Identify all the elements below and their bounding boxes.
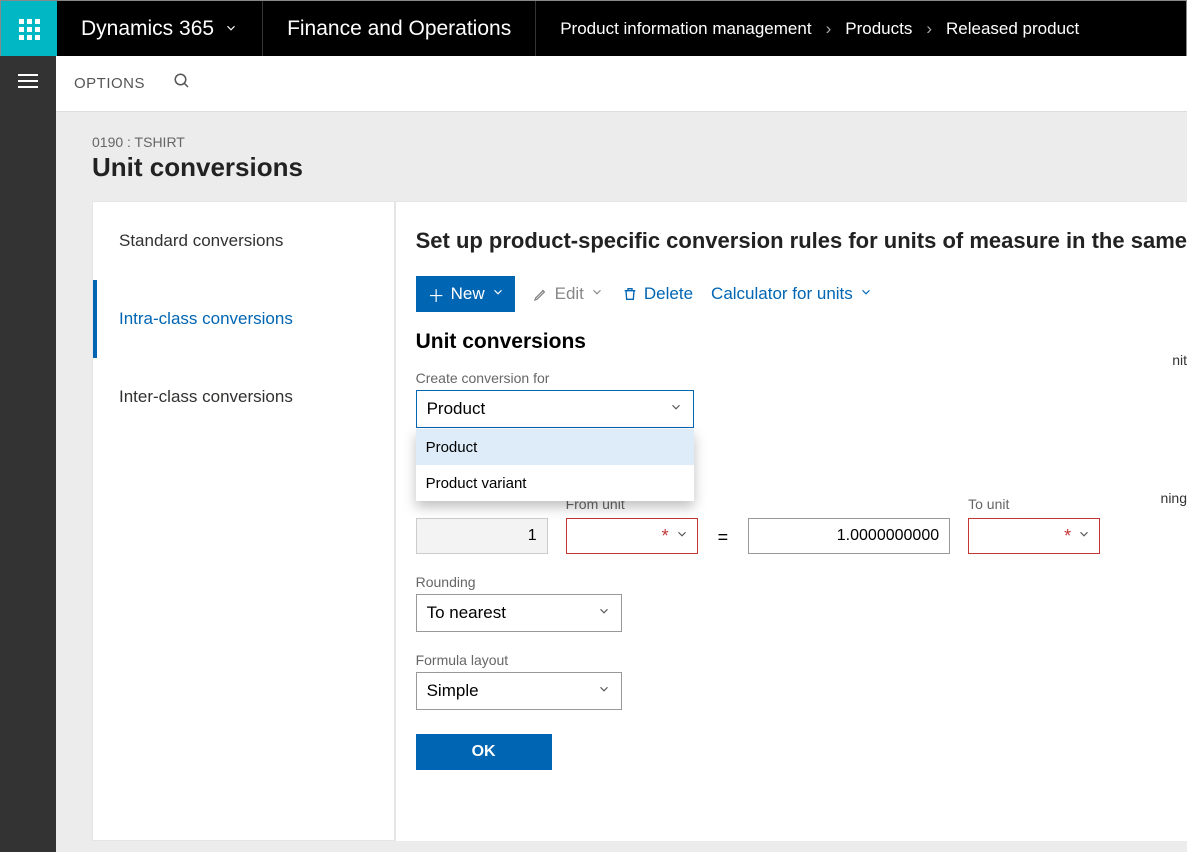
search-icon[interactable] bbox=[173, 72, 191, 95]
app-launcher-button[interactable] bbox=[1, 1, 57, 57]
top-bar: Dynamics 365 Finance and Operations Prod… bbox=[1, 1, 1186, 57]
chevron-down-icon bbox=[590, 284, 604, 304]
required-icon: * bbox=[662, 527, 669, 545]
pane-toolbar: ＋ New Edit Delete Calculator for units bbox=[416, 276, 1187, 312]
factor-left-input[interactable]: 1 bbox=[416, 518, 548, 554]
dropdown-option-product[interactable]: Product bbox=[416, 429, 694, 465]
new-button[interactable]: ＋ New bbox=[416, 276, 515, 312]
from-unit-select[interactable]: * bbox=[566, 518, 698, 554]
action-strip: OPTIONS bbox=[56, 56, 1187, 112]
chevron-down-icon bbox=[224, 17, 238, 41]
record-id: 0190 : TSHIRT bbox=[92, 134, 1187, 150]
to-unit-label: To unit bbox=[968, 496, 1100, 512]
chevron-down-icon bbox=[1077, 527, 1091, 546]
new-conversion-flyout: Unit conversions Create conversion for P… bbox=[416, 318, 1106, 796]
calculator-button[interactable]: Calculator for units bbox=[711, 284, 873, 304]
rounding-select[interactable]: To nearest bbox=[416, 594, 622, 632]
formula-layout-select[interactable]: Simple bbox=[416, 672, 622, 710]
tab-standard-conversions[interactable]: Standard conversions bbox=[93, 202, 394, 280]
page-body: 0190 : TSHIRT Unit conversions Standard … bbox=[56, 112, 1187, 852]
chevron-right-icon: › bbox=[926, 19, 932, 39]
formula-layout-label: Formula layout bbox=[416, 652, 1106, 668]
side-tabs: Standard conversions Intra-class convers… bbox=[92, 201, 395, 841]
tab-intra-class-conversions[interactable]: Intra-class conversions bbox=[93, 280, 394, 358]
breadcrumb-item[interactable]: Products bbox=[845, 19, 912, 39]
chevron-down-icon bbox=[597, 603, 611, 623]
chevron-right-icon: › bbox=[826, 19, 832, 39]
module-label: Finance and Operations bbox=[263, 1, 536, 57]
plus-icon: ＋ bbox=[428, 282, 445, 307]
brand-switcher[interactable]: Dynamics 365 bbox=[57, 1, 263, 57]
dropdown-option-product-variant[interactable]: Product variant bbox=[416, 465, 694, 501]
breadcrumb: Product information management › Product… bbox=[536, 1, 1103, 57]
hamburger-icon[interactable] bbox=[18, 74, 38, 88]
trash-icon bbox=[622, 286, 638, 302]
waffle-icon bbox=[19, 19, 40, 40]
breadcrumb-item[interactable]: Released product bbox=[946, 19, 1079, 39]
pencil-icon bbox=[533, 286, 549, 302]
conversion-row: . 1 From unit * = . 1.0000000000 bbox=[416, 496, 1106, 554]
create-for-label: Create conversion for bbox=[416, 370, 1106, 386]
required-icon: * bbox=[1064, 527, 1071, 545]
pane-header: Set up product-specific conversion rules… bbox=[416, 228, 1187, 254]
rounding-label: Rounding bbox=[416, 574, 1106, 590]
create-for-select[interactable]: Product Product Product variant bbox=[416, 390, 694, 428]
content-pane: Set up product-specific conversion rules… bbox=[395, 201, 1187, 841]
to-unit-select[interactable]: * bbox=[968, 518, 1100, 554]
chevron-down-icon bbox=[597, 681, 611, 701]
left-nav-rail bbox=[0, 56, 56, 852]
page-title: Unit conversions bbox=[92, 152, 1187, 183]
equals-sign: = bbox=[716, 527, 731, 554]
brand-label: Dynamics 365 bbox=[81, 17, 214, 41]
delete-button[interactable]: Delete bbox=[622, 284, 693, 304]
options-button[interactable]: OPTIONS bbox=[74, 75, 145, 92]
breadcrumb-item[interactable]: Product information management bbox=[560, 19, 811, 39]
chevron-down-icon bbox=[859, 284, 873, 304]
flyout-title: Unit conversions bbox=[416, 330, 1106, 354]
tab-inter-class-conversions[interactable]: Inter-class conversions bbox=[93, 358, 394, 436]
chevron-down-icon bbox=[491, 284, 505, 304]
edit-button[interactable]: Edit bbox=[533, 284, 604, 304]
factor-right-input[interactable]: 1.0000000000 bbox=[748, 518, 950, 554]
create-for-dropdown: Product Product variant bbox=[416, 429, 694, 501]
chevron-down-icon bbox=[669, 399, 683, 419]
ok-button[interactable]: OK bbox=[416, 734, 552, 770]
chevron-down-icon bbox=[675, 527, 689, 546]
